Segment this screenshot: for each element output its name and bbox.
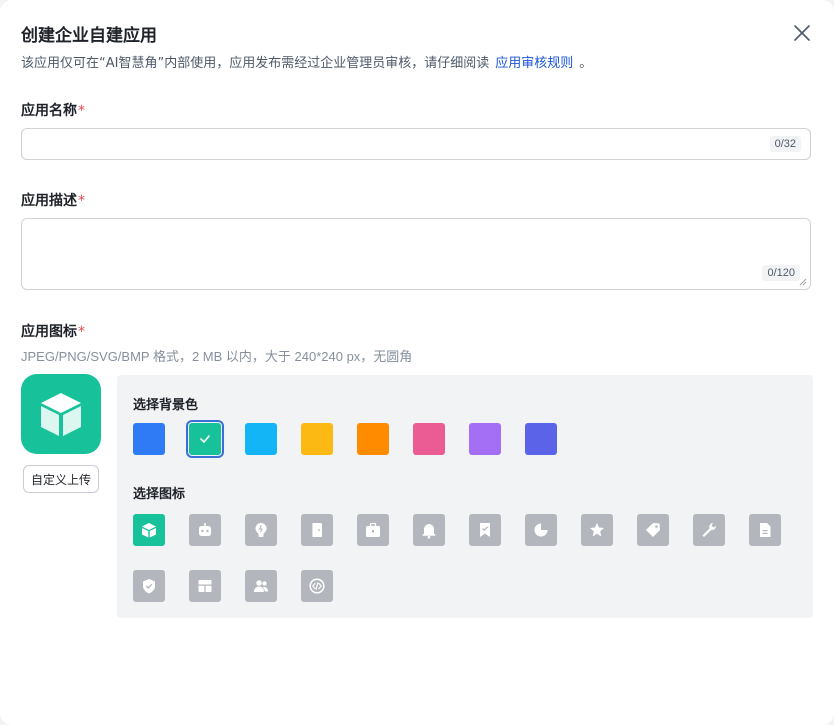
app-description-field-box: 0/120 — [21, 218, 811, 290]
star-badge-icon — [590, 523, 604, 537]
cube-icon — [142, 523, 156, 538]
subtitle-text: 该应用仅可在“AI智慧角”内部使用，应用发布需经过企业管理员审核，请仔细阅读 — [21, 56, 490, 71]
layout-icon — [198, 580, 212, 592]
app-name-label: 应用名称* — [21, 100, 85, 120]
color-swatch[interactable] — [186, 420, 224, 458]
app-name-input[interactable] — [22, 129, 810, 159]
check-icon — [200, 435, 210, 443]
app-icon-label: 应用图标* — [21, 321, 85, 341]
subtitle-tail: 。 — [579, 56, 593, 71]
resize-grip-icon[interactable] — [799, 278, 807, 286]
color-swatch[interactable] — [133, 423, 165, 455]
dialog-title: 创建企业自建应用 — [21, 26, 157, 46]
app-description-textarea[interactable] — [22, 219, 810, 289]
icon-option[interactable] — [525, 514, 557, 546]
shield-check-icon — [143, 579, 155, 594]
app-name-counter: 0/32 — [769, 136, 801, 152]
tag-icon — [646, 523, 660, 537]
bell-icon — [422, 524, 436, 539]
pie-chart-icon — [534, 523, 548, 537]
briefcase-icon — [366, 522, 380, 537]
icon-option[interactable] — [413, 514, 445, 546]
icon-option[interactable] — [245, 514, 277, 546]
icon-option[interactable] — [693, 514, 725, 546]
app-description-label-text: 应用描述 — [21, 193, 77, 209]
icon-option[interactable] — [301, 514, 333, 546]
icon-choice-label: 选择图标 — [133, 487, 186, 502]
create-app-dialog: 创建企业自建应用 该应用仅可在“AI智慧角”内部使用，应用发布需经过企业管理员审… — [0, 0, 834, 725]
icon-option[interactable] — [469, 514, 501, 546]
icon-option[interactable] — [301, 570, 333, 602]
app-icon-label-text: 应用图标 — [21, 324, 77, 340]
color-swatch[interactable] — [245, 423, 277, 455]
users-icon — [254, 580, 268, 592]
bookmark-check-icon — [480, 523, 490, 537]
cube-icon — [41, 393, 81, 436]
icon-option[interactable] — [133, 514, 165, 546]
door-icon — [311, 523, 322, 537]
app-name-label-text: 应用名称 — [21, 103, 77, 119]
wrench-icon — [702, 523, 717, 537]
app-description-label: 应用描述* — [21, 190, 85, 210]
required-mark: * — [78, 324, 85, 340]
color-swatch[interactable] — [413, 423, 445, 455]
color-swatch[interactable] — [525, 423, 557, 455]
icon-option[interactable] — [357, 514, 389, 546]
color-swatch[interactable] — [357, 423, 389, 455]
icon-option[interactable] — [189, 570, 221, 602]
app-icon-preview — [21, 374, 101, 454]
icon-option[interactable] — [189, 514, 221, 546]
custom-upload-button[interactable]: 自定义上传 — [23, 465, 99, 493]
icon-option[interactable] — [581, 514, 613, 546]
dialog-subtitle: 该应用仅可在“AI智慧角”内部使用，应用发布需经过企业管理员审核，请仔细阅读 应用… — [21, 52, 592, 71]
code-icon — [309, 578, 325, 594]
app-description-counter: 0/120 — [762, 265, 800, 281]
required-mark: * — [78, 103, 85, 119]
icon-option[interactable] — [749, 514, 781, 546]
lightbulb-icon — [255, 523, 267, 537]
app-icon-hint: JPEG/PNG/SVG/BMP 格式，2 MB 以内，大于 240*240 p… — [21, 349, 413, 364]
background-color-label: 选择背景色 — [133, 398, 199, 413]
close-icon[interactable] — [789, 20, 815, 46]
icon-option[interactable] — [245, 570, 277, 602]
required-mark: * — [78, 193, 85, 209]
color-swatch[interactable] — [469, 423, 501, 455]
icon-option[interactable] — [637, 514, 669, 546]
icon-option[interactable] — [133, 570, 165, 602]
icon-picker-panel: 选择背景色 选择图标 — [117, 375, 813, 618]
robot-icon — [199, 523, 211, 536]
document-icon — [760, 523, 771, 537]
color-swatch[interactable] — [301, 423, 333, 455]
app-name-field-box: 0/32 — [21, 128, 811, 160]
review-rules-link[interactable]: 应用审核规则 — [495, 56, 573, 71]
